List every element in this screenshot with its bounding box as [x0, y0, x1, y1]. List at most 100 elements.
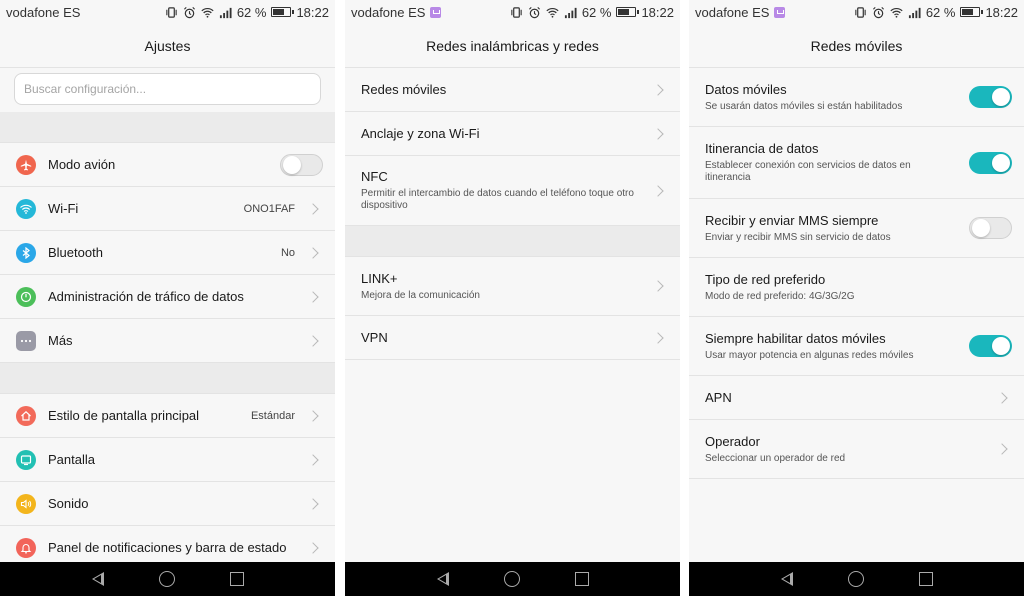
network-item-mobile-networks[interactable]: Redes móviles — [345, 68, 680, 112]
search-placeholder: Buscar configuración... — [24, 82, 147, 96]
settings-screen: vodafone ES 62 % 18:22 Ajustes Buscar co… — [0, 0, 335, 596]
data-roaming-toggle[interactable] — [969, 151, 1012, 174]
settings-item-label: Wi-Fi — [48, 200, 79, 216]
vibrate-icon — [166, 6, 177, 18]
mobile-item-description: Seleccionar un operador de red — [705, 452, 846, 464]
sound-icon — [16, 493, 36, 514]
home-button[interactable] — [503, 571, 520, 587]
settings-item-label: Modo avión — [48, 156, 116, 172]
message-notification-icon — [774, 6, 786, 18]
mobile-item-label: Datos móviles — [705, 81, 787, 97]
mobile-item-operator[interactable]: Operador Seleccionar un operador de red — [689, 420, 1024, 479]
network-item-description: Mejora de la comunicación — [361, 289, 480, 301]
vibrate-icon — [855, 6, 866, 18]
message-notification-icon — [430, 6, 442, 18]
clock-time: 18:22 — [641, 4, 674, 20]
chevron-right-icon — [307, 202, 319, 215]
clock-time: 18:22 — [296, 4, 329, 20]
network-item-label: Redes móviles — [361, 81, 447, 97]
mobile-item-apn[interactable]: APN — [689, 376, 1024, 420]
settings-item-notifications[interactable]: Panel de notificaciones y barra de estad… — [0, 526, 335, 562]
settings-item-label: Sonido — [48, 495, 89, 511]
airplane-mode-toggle[interactable] — [280, 153, 323, 176]
mobile-item-description: Enviar y recibir MMS sin servicio de dat… — [705, 231, 891, 243]
wifi-icon — [16, 198, 36, 219]
section-divider — [0, 363, 335, 394]
chevron-right-icon — [307, 497, 319, 510]
search-input[interactable]: Buscar configuración... — [14, 73, 321, 105]
back-button[interactable] — [780, 572, 793, 586]
clock-time: 18:22 — [985, 4, 1018, 20]
cell-signal-icon — [564, 7, 577, 18]
section-divider — [345, 226, 680, 257]
network-item-label: VPN — [361, 329, 388, 345]
always-mobile-data-toggle[interactable] — [969, 335, 1012, 357]
data-usage-icon — [16, 286, 36, 307]
chevron-right-icon — [652, 280, 664, 292]
mobile-item-description: Se usarán datos móviles si están habilit… — [705, 100, 903, 112]
home-icon — [16, 405, 36, 426]
chevron-right-icon — [996, 443, 1008, 455]
network-item-label: NFC — [361, 169, 388, 184]
network-item-label: LINK+ — [361, 270, 398, 286]
settings-item-label: Bluetooth — [48, 244, 103, 260]
settings-item-data-usage[interactable]: Administración de tráfico de datos — [0, 275, 335, 319]
mobile-item-label: Siempre habilitar datos móviles — [705, 330, 886, 346]
page-title: Ajustes — [0, 24, 335, 68]
battery-icon — [616, 7, 640, 17]
navigation-bar — [0, 562, 335, 596]
mobile-item-mms-always[interactable]: Recibir y enviar MMS siempre Enviar y re… — [689, 199, 1024, 258]
chevron-right-icon — [996, 391, 1008, 404]
more-icon — [16, 330, 36, 351]
network-item-label: Anclaje y zona Wi-Fi — [361, 125, 480, 141]
wifi-signal-icon — [546, 7, 559, 18]
battery-percent: 62 % — [925, 4, 956, 20]
carrier-name: vodafone ES — [695, 4, 770, 20]
mobile-item-label: Operador — [705, 433, 760, 449]
mobile-item-data-roaming[interactable]: Itinerancia de datos Establecer conexión… — [689, 127, 1024, 199]
recent-apps-button[interactable] — [229, 572, 244, 586]
settings-item-airplane-mode[interactable]: Modo avión — [0, 143, 335, 187]
wifi-signal-icon — [201, 7, 214, 18]
back-button[interactable] — [91, 572, 104, 586]
chevron-right-icon — [307, 541, 319, 554]
home-button[interactable] — [847, 571, 864, 587]
settings-item-label: Administración de tráfico de datos — [48, 288, 244, 304]
mobile-item-label: Recibir y enviar MMS siempre — [705, 212, 879, 228]
airplane-icon — [16, 154, 36, 175]
chevron-right-icon — [652, 331, 664, 344]
settings-item-label: Más — [48, 332, 73, 348]
carrier-name: vodafone ES — [351, 4, 426, 20]
settings-item-sound[interactable]: Sonido — [0, 482, 335, 526]
alarm-icon — [872, 6, 884, 18]
wifi-signal-icon — [890, 7, 903, 18]
battery-icon — [271, 7, 295, 17]
mms-always-toggle[interactable] — [969, 217, 1012, 239]
settings-item-bluetooth[interactable]: Bluetooth No — [0, 231, 335, 275]
back-button[interactable] — [436, 572, 449, 586]
recent-apps-button[interactable] — [918, 572, 933, 586]
recent-apps-button[interactable] — [574, 572, 589, 586]
status-bar: vodafone ES 62 % 18:22 — [0, 0, 335, 24]
settings-item-more[interactable]: Más — [0, 319, 335, 363]
mobile-item-mobile-data[interactable]: Datos móviles Se usarán datos móviles si… — [689, 68, 1024, 127]
network-item-nfc[interactable]: NFC Permitir el intercambio de datos cua… — [345, 156, 680, 226]
bluetooth-icon — [16, 242, 36, 263]
network-item-tethering[interactable]: Anclaje y zona Wi-Fi — [345, 112, 680, 156]
mobile-data-toggle[interactable] — [969, 86, 1012, 108]
mobile-item-always-mobile-data[interactable]: Siempre habilitar datos móviles Usar may… — [689, 317, 1024, 376]
network-item-link-plus[interactable]: LINK+ Mejora de la comunicación — [345, 257, 680, 316]
chevron-right-icon — [307, 409, 319, 422]
notification-icon — [16, 537, 36, 558]
mobile-item-preferred-network[interactable]: Tipo de red preferido Modo de red prefer… — [689, 258, 1024, 317]
chevron-right-icon — [307, 334, 319, 347]
chevron-right-icon — [307, 246, 319, 259]
carrier-name: vodafone ES — [6, 4, 81, 20]
vibrate-icon — [511, 6, 522, 18]
settings-item-wifi[interactable]: Wi-Fi ONO1FAF — [0, 187, 335, 231]
home-button[interactable] — [158, 571, 175, 587]
settings-item-home-style[interactable]: Estilo de pantalla principal Estándar — [0, 394, 335, 438]
chevron-right-icon — [307, 290, 319, 303]
settings-item-display[interactable]: Pantalla — [0, 438, 335, 482]
network-item-vpn[interactable]: VPN — [345, 316, 680, 360]
